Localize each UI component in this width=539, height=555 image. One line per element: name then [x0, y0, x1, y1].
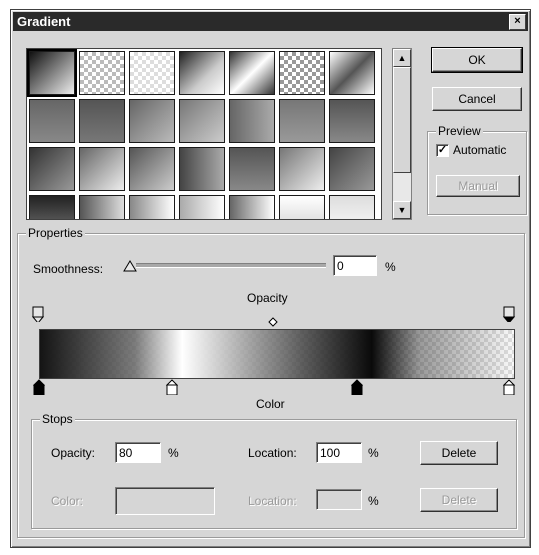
gradient-preset-swatch[interactable]: [29, 147, 75, 191]
gradient-preset-swatch[interactable]: [79, 99, 125, 143]
gradient-preset-swatch[interactable]: [329, 51, 375, 95]
gradient-preset-swatch[interactable]: [29, 99, 75, 143]
gradient-preset-swatch[interactable]: [229, 99, 275, 143]
smoothness-input[interactable]: [333, 255, 377, 276]
opacity-input[interactable]: [115, 442, 161, 463]
gradient-preset-swatch[interactable]: [279, 195, 325, 219]
gradient-preset-swatch[interactable]: [179, 195, 225, 219]
triangle-icon[interactable]: [123, 260, 137, 272]
gradient-preset-swatch[interactable]: [129, 51, 175, 95]
color-heading: Color: [256, 397, 285, 411]
scroll-down-icon[interactable]: ▼: [393, 201, 411, 219]
gradient-preset-swatch[interactable]: [329, 195, 375, 219]
gradient-preset-swatch[interactable]: [229, 147, 275, 191]
gradient-preset-swatch[interactable]: [179, 51, 225, 95]
gradient-preset-swatch[interactable]: [29, 195, 75, 219]
gradient-preset-swatch[interactable]: [129, 195, 175, 219]
delete-color-button[interactable]: Delete: [420, 488, 498, 512]
color-location-unit: %: [368, 494, 379, 508]
automatic-checkbox[interactable]: ✓: [436, 144, 449, 157]
smoothness-slider[interactable]: [136, 263, 326, 268]
gradient-preset-swatch[interactable]: [79, 195, 125, 219]
gradient-preset-swatch[interactable]: [279, 99, 325, 143]
color-swatch-field[interactable]: [115, 487, 215, 515]
gradient-presets: [26, 48, 382, 220]
gradient-preset-swatch[interactable]: [129, 147, 175, 191]
opacity-label: Opacity:: [51, 446, 96, 460]
ok-button[interactable]: OK: [431, 47, 523, 73]
close-icon[interactable]: ×: [509, 14, 526, 30]
check-icon: ✓: [437, 144, 448, 156]
color-stop-icon[interactable]: [351, 379, 363, 395]
gradient-preset-swatch[interactable]: [279, 51, 325, 95]
gradient-preset-swatch[interactable]: [179, 147, 225, 191]
manual-button[interactable]: Manual: [436, 175, 520, 197]
gradient-preset-swatch[interactable]: [279, 147, 325, 191]
scroll-thumb[interactable]: [393, 67, 411, 173]
smoothness-label: Smoothness:: [33, 262, 104, 276]
gradient-preset-swatch[interactable]: [329, 99, 375, 143]
properties-group-label: Properties: [26, 226, 85, 240]
preview-group-label: Preview: [436, 124, 483, 138]
color-location-label: Location:: [248, 494, 297, 508]
cancel-button[interactable]: Cancel: [432, 87, 522, 111]
opacity-location-input[interactable]: [316, 442, 362, 463]
gradient-preset-swatch[interactable]: [79, 51, 125, 95]
smoothness-unit: %: [385, 260, 396, 274]
gradient-preset-swatch[interactable]: [129, 99, 175, 143]
color-stop-icon[interactable]: [166, 379, 178, 395]
color-location-input[interactable]: [316, 489, 362, 510]
delete-button[interactable]: Delete: [420, 441, 498, 465]
gradient-preset-swatch[interactable]: [229, 195, 275, 219]
opacity-heading: Opacity: [247, 291, 288, 305]
opacity-stop-icon[interactable]: [503, 306, 515, 322]
preview-group: Preview ✓ Automatic Manual: [427, 124, 527, 215]
opacity-unit: %: [168, 446, 179, 460]
gradient-preset-swatch[interactable]: [229, 51, 275, 95]
stops-group-label: Stops: [40, 412, 75, 426]
opacity-location-label: Location:: [248, 446, 297, 460]
color-label: Color:: [51, 494, 84, 508]
opacity-location-unit: %: [368, 446, 379, 460]
presets-scrollbar[interactable]: ▲ ▼: [392, 48, 412, 220]
gradient-preset-swatch[interactable]: [179, 99, 225, 143]
gradient-preset-swatch[interactable]: [329, 147, 375, 191]
window-title: Gradient: [17, 14, 71, 29]
scroll-up-icon[interactable]: ▲: [393, 49, 411, 67]
stops-group: Stops: [31, 412, 517, 529]
title-bar[interactable]: Gradient ×: [13, 12, 528, 31]
gradient-bar[interactable]: [39, 329, 515, 379]
automatic-label: Automatic: [453, 143, 507, 157]
color-stop-icon[interactable]: [503, 379, 515, 395]
gradient-preset-swatch[interactable]: [27, 49, 77, 97]
opacity-stop-icon[interactable]: [32, 306, 44, 322]
gradient-dialog: Gradient × ▲ ▼ OK Cancel Preview ✓ Autom…: [10, 9, 531, 548]
color-stop-icon[interactable]: [33, 379, 45, 395]
gradient-preset-swatch[interactable]: [79, 147, 125, 191]
